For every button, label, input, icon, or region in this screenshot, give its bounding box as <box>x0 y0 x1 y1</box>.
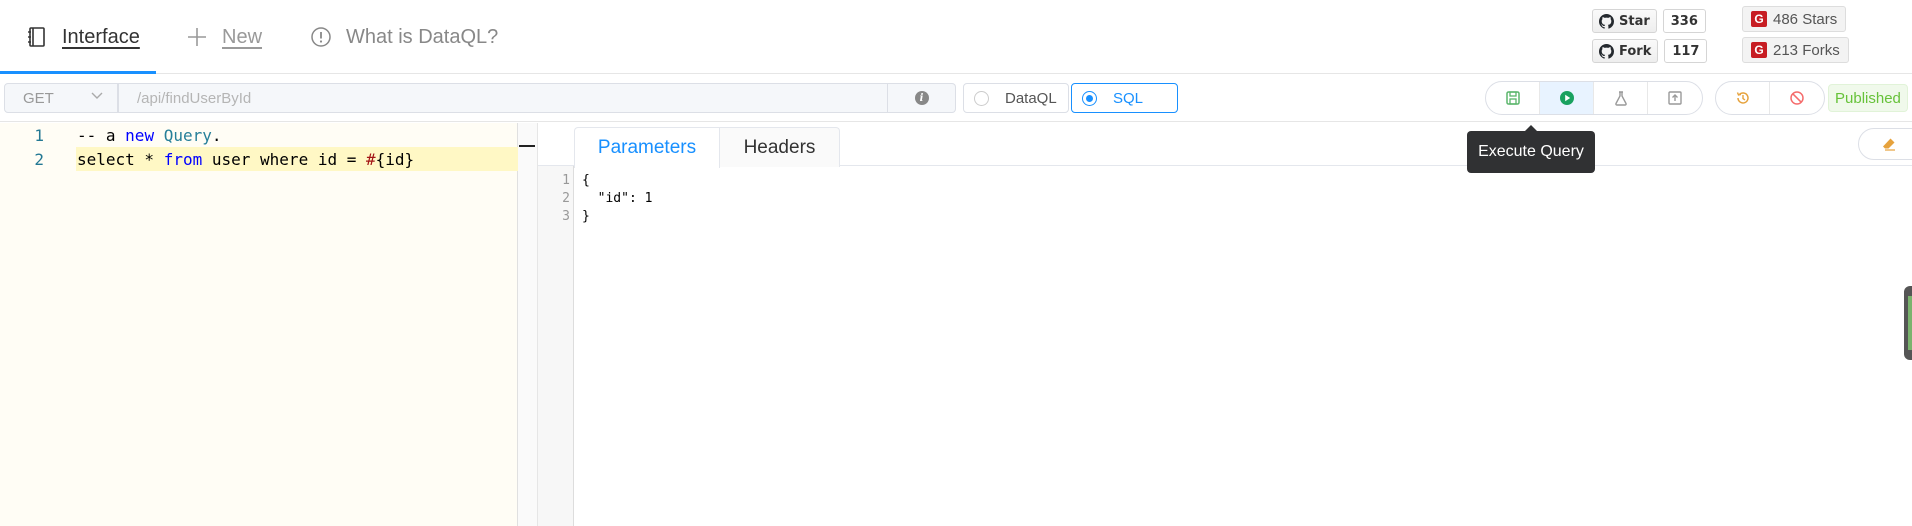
mode-radio-dataql[interactable]: DataQL <box>963 83 1069 113</box>
version-button-group <box>1715 81 1825 115</box>
json-line: "id": 1 <box>582 191 653 206</box>
github-fork-label: Fork <box>1619 43 1652 59</box>
parameters-json-editor[interactable]: 1 { 2 "id": 1 3 } <box>538 166 1912 526</box>
action-button-group <box>1485 81 1703 115</box>
gitee-forks-label: 213 Forks <box>1773 41 1840 59</box>
json-line-number: 2 <box>562 191 570 206</box>
radio-selected-icon <box>1082 90 1097 106</box>
tab-interface-label: Interface <box>62 25 140 48</box>
status-badge: Published <box>1828 84 1908 112</box>
request-toolbar: GET /api/findUserById i DataQL SQL Publi… <box>0 74 1912 122</box>
play-circle-icon <box>1559 91 1574 105</box>
line-number: 2 <box>34 150 44 169</box>
history-icon <box>1736 92 1749 104</box>
code-line: select * from user where id = #{id} <box>77 150 415 169</box>
save-button[interactable] <box>1486 82 1540 114</box>
editor-scroll-marker <box>519 145 535 147</box>
github-fork-count: 117 <box>1664 39 1708 63</box>
api-path-input[interactable]: /api/findUserById <box>118 83 888 113</box>
test-button[interactable] <box>1594 82 1648 114</box>
api-info-button[interactable]: i <box>888 83 956 113</box>
github-star-badge[interactable]: Star 336 <box>1592 9 1706 33</box>
ban-icon <box>1790 91 1804 105</box>
history-button[interactable] <box>1716 82 1770 114</box>
radio-circle-icon <box>974 90 989 106</box>
github-star-count: 336 <box>1662 9 1706 33</box>
github-icon <box>1599 43 1614 59</box>
upload-icon <box>1668 91 1682 105</box>
top-navigation: Interface New What is DataQL? Star 336 F… <box>0 0 1912 74</box>
chevron-down-icon <box>91 90 103 105</box>
tab-what-is-dataql[interactable]: What is DataQL? <box>310 0 498 74</box>
gitee-stars-label: 486 Stars <box>1773 10 1838 28</box>
notebook-icon <box>26 26 48 48</box>
line-number: 1 <box>34 126 44 145</box>
tab-new[interactable]: New <box>186 0 262 74</box>
gitee-logo-icon: G <box>1751 42 1767 58</box>
gitee-logo-icon: G <box>1751 11 1767 27</box>
http-method-select[interactable]: GET <box>4 83 118 113</box>
mode-radio-sql[interactable]: SQL <box>1071 83 1178 113</box>
github-star-label: Star <box>1619 13 1650 29</box>
api-path-placeholder: /api/findUserById <box>137 89 252 107</box>
save-icon <box>1505 91 1520 105</box>
github-fork-badge[interactable]: Fork 117 <box>1592 39 1708 63</box>
tab-headers[interactable]: Headers <box>720 127 840 167</box>
mode-dataql-label: DataQL <box>1005 89 1057 107</box>
tab-parameters[interactable]: Parameters <box>574 127 720 168</box>
json-line: } <box>582 209 590 224</box>
panel-resize-handle[interactable] <box>518 123 538 526</box>
mode-sql-label: SQL <box>1113 89 1144 107</box>
json-line-number: 3 <box>562 209 570 224</box>
request-tabs: Parameters Headers <box>538 123 1912 168</box>
format-button[interactable] <box>1858 128 1912 160</box>
plus-icon <box>186 26 208 48</box>
flask-icon <box>1614 91 1627 106</box>
github-icon <box>1599 13 1614 29</box>
eraser-icon <box>1883 138 1895 151</box>
execute-query-tooltip: Execute Query <box>1467 125 1595 173</box>
http-method-value: GET <box>23 89 54 107</box>
tab-new-label: New <box>222 25 263 48</box>
query-editor[interactable]: 1 -- a new Query. 2 select * from user w… <box>0 123 518 526</box>
gitee-stars-badge[interactable]: G 486 Stars <box>1742 6 1847 32</box>
info-circle-icon <box>310 26 332 48</box>
info-icon: i <box>914 91 929 105</box>
tab-what-label: What is DataQL? <box>346 25 499 48</box>
json-line: { <box>582 173 590 188</box>
code-line: -- a new Query. <box>77 126 222 145</box>
side-drawer-handle[interactable] <box>1904 286 1912 360</box>
execute-query-button[interactable] <box>1540 82 1594 114</box>
publish-button[interactable] <box>1648 82 1702 114</box>
disable-button[interactable] <box>1770 82 1824 114</box>
gitee-forks-badge[interactable]: G 213 Forks <box>1742 37 1849 63</box>
tab-interface[interactable]: Interface <box>26 0 140 74</box>
json-line-number: 1 <box>562 173 570 188</box>
